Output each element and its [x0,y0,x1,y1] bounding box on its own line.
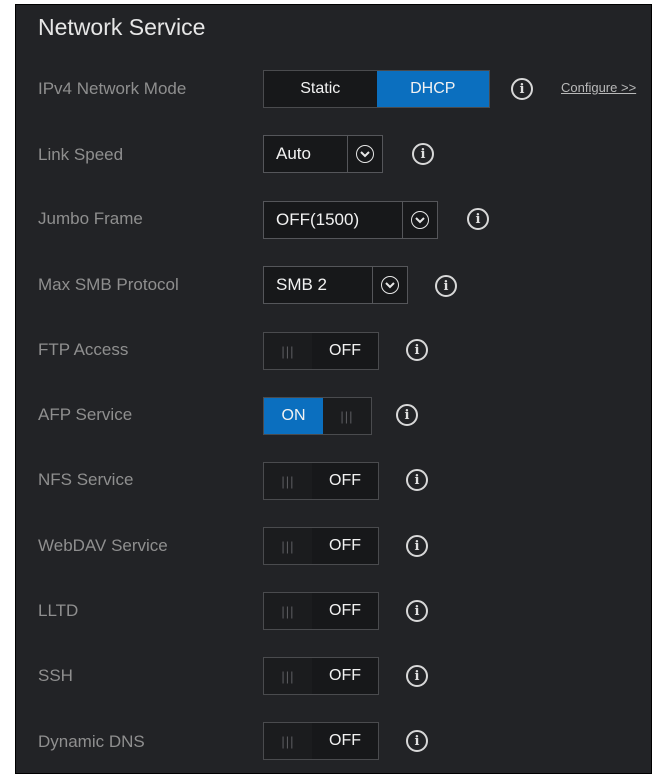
afp-service-label: AFP Service [38,405,133,424]
info-icon[interactable]: i [406,339,428,361]
link-speed-value: Auto [276,144,311,163]
info-icon[interactable]: i [511,78,533,100]
ipv4-mode-segmented-control: Static DHCP [263,70,490,108]
info-icon[interactable]: i [406,469,428,491]
ftp-access-label: FTP Access [38,340,129,359]
page-title: Network Service [38,14,206,40]
jumbo-frame-dropdown[interactable]: OFF(1500) [263,201,438,239]
webdav-service-toggle[interactable]: ||| OFF [263,527,379,565]
toggle-state: OFF [329,667,361,684]
configure-link[interactable]: Configure >> [561,80,636,95]
ssh-toggle[interactable]: ||| OFF [263,657,379,695]
chevron-down-icon[interactable] [402,202,437,238]
toggle-state: OFF [329,472,361,489]
toggle-state: OFF [329,537,361,554]
afp-service-toggle[interactable]: ON ||| [263,397,372,435]
ssh-label: SSH [38,666,73,685]
grip-icon: ||| [323,398,371,434]
grip-icon: ||| [264,528,312,564]
lltd-toggle[interactable]: ||| OFF [263,592,379,630]
lltd-label: LLTD [38,601,79,620]
dynamic-dns-label: Dynamic DNS [38,732,145,751]
jumbo-frame-label: Jumbo Frame [38,209,143,228]
toggle-state: OFF [329,602,361,619]
info-icon[interactable]: i [406,535,428,557]
grip-icon: ||| [264,333,312,369]
nfs-service-label: NFS Service [38,470,134,489]
chevron-down-icon[interactable] [372,267,407,303]
toggle-state: OFF [329,342,361,359]
info-icon[interactable]: i [412,143,434,165]
max-smb-label: Max SMB Protocol [38,275,179,294]
max-smb-value: SMB 2 [276,275,328,294]
ipv4-dhcp-option[interactable]: DHCP [376,71,489,107]
toggle-state: ON [264,398,323,434]
dynamic-dns-toggle[interactable]: ||| OFF [263,722,379,760]
nfs-service-toggle[interactable]: ||| OFF [263,462,379,500]
info-icon[interactable]: i [396,404,418,426]
info-icon[interactable]: i [406,665,428,687]
link-speed-dropdown[interactable]: Auto [263,135,383,173]
webdav-service-label: WebDAV Service [38,536,168,555]
ipv4-mode-label: IPv4 Network Mode [38,79,187,98]
grip-icon: ||| [264,593,312,629]
info-icon[interactable]: i [435,275,457,297]
info-icon[interactable]: i [406,730,428,752]
grip-icon: ||| [264,658,312,694]
ipv4-static-option[interactable]: Static [264,71,377,107]
info-icon[interactable]: i [467,208,489,230]
ftp-access-toggle[interactable]: ||| OFF [263,332,379,370]
jumbo-frame-value: OFF(1500) [276,210,360,229]
max-smb-dropdown[interactable]: SMB 2 [263,266,408,304]
link-speed-label: Link Speed [38,145,124,164]
chevron-down-icon[interactable] [347,136,382,172]
grip-icon: ||| [264,463,312,499]
info-icon[interactable]: i [406,600,428,622]
grip-icon: ||| [264,723,312,759]
toggle-state: OFF [329,732,361,749]
